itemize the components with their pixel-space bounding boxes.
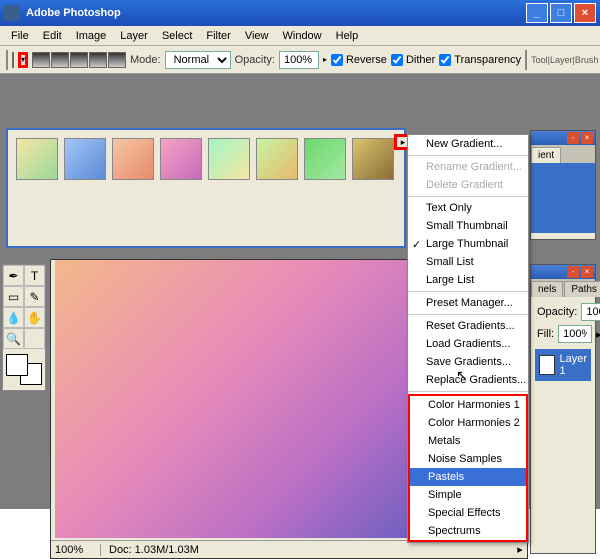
maximize-button[interactable]: □ (550, 3, 572, 23)
layer-row[interactable]: Layer 1 (535, 349, 591, 381)
navigator-panel: -× ient (530, 130, 596, 240)
linear-gradient-button[interactable] (32, 52, 50, 68)
menu-set-simple[interactable]: Simple (410, 486, 526, 504)
tool-eyedropper[interactable]: 💧 (3, 307, 24, 328)
mode-label: Mode: (130, 54, 161, 66)
menu-bar: File Edit Image Layer Select Filter View… (0, 26, 600, 46)
gradient-picker-panel (6, 128, 406, 248)
layer-fill-label: Fill: (537, 328, 554, 340)
window-title: Adobe Photoshop (26, 7, 121, 19)
menu-set-metals[interactable]: Metals (410, 432, 526, 450)
tool-hand[interactable]: ✋ (24, 307, 45, 328)
close-button[interactable]: × (574, 3, 596, 23)
menu-set-noise-samples[interactable]: Noise Samples (410, 450, 526, 468)
palette-well-button[interactable] (525, 50, 527, 70)
menu-save-gradients[interactable]: Save Gradients... (408, 353, 528, 371)
menu-layer[interactable]: Layer (113, 28, 155, 44)
reverse-checkbox[interactable]: Reverse (331, 54, 387, 66)
diamond-gradient-button[interactable] (108, 52, 126, 68)
menu-text-only[interactable]: Text Only (408, 199, 528, 217)
radial-gradient-button[interactable] (51, 52, 69, 68)
layer-fill-input[interactable] (558, 325, 592, 343)
menu-set-pastels[interactable]: Pastels (410, 468, 526, 486)
menu-set-color-harmonies-1[interactable]: Color Harmonies 1 (410, 396, 526, 414)
menu-reset-gradients[interactable]: Reset Gradients... (408, 317, 528, 335)
paths-tab[interactable]: Paths (564, 281, 600, 297)
docked-tabs[interactable]: Tool|Layer|Brush (531, 55, 598, 65)
transparency-checkbox[interactable]: Transparency (439, 54, 521, 66)
menu-rename-gradient: Rename Gradient... (408, 158, 528, 176)
nav-tab[interactable]: ient (531, 147, 561, 163)
angle-gradient-button[interactable] (70, 52, 88, 68)
menu-window[interactable]: Window (276, 28, 329, 44)
panel-close-icon[interactable]: × (581, 266, 593, 278)
status-menu-icon[interactable]: ▸ (513, 543, 527, 556)
options-bar: ▾ Mode: Normal Opacity: ▸ Reverse Dither… (0, 46, 600, 74)
zoom-level[interactable]: 100% (51, 544, 101, 556)
menu-edit[interactable]: Edit (36, 28, 69, 44)
menu-small-thumb[interactable]: Small Thumbnail (408, 217, 528, 235)
workspace: ▸ New Gradient... Rename Gradient... Del… (0, 74, 600, 509)
panel-close-icon[interactable]: × (581, 132, 593, 144)
menu-set-special-effects[interactable]: Special Effects (410, 504, 526, 522)
gradient-swatch[interactable] (160, 138, 202, 180)
title-bar: Adobe Photoshop _ □ × (0, 0, 600, 26)
opacity-label: Opacity: (235, 54, 275, 66)
gradient-swatch[interactable] (352, 138, 394, 180)
gradient-swatch[interactable] (256, 138, 298, 180)
gradient-picker-dropdown[interactable]: ▾ (18, 52, 28, 68)
panel-min-icon[interactable]: - (567, 266, 579, 278)
menu-large-thumb[interactable]: Large Thumbnail (408, 235, 528, 253)
menu-replace-gradients[interactable]: Replace Gradients... (408, 371, 528, 389)
menu-new-gradient[interactable]: New Gradient... (408, 135, 528, 153)
foreground-color[interactable] (6, 354, 28, 376)
menu-help[interactable]: Help (329, 28, 366, 44)
menu-view[interactable]: View (238, 28, 276, 44)
menu-large-list[interactable]: Large List (408, 271, 528, 289)
menu-preset-manager[interactable]: Preset Manager... (408, 294, 528, 312)
layers-panel: -× nels Paths Opacity:▸ Fill:▸ Layer 1 (530, 264, 596, 554)
tool-type[interactable]: T (24, 265, 45, 286)
color-swatches[interactable] (4, 352, 44, 387)
gradient-swatch[interactable] (112, 138, 154, 180)
menu-filter[interactable]: Filter (199, 28, 237, 44)
gradient-flyout-menu: New Gradient... Rename Gradient... Delet… (407, 134, 529, 543)
menu-select[interactable]: Select (155, 28, 200, 44)
menu-set-color-harmonies-2[interactable]: Color Harmonies 2 (410, 414, 526, 432)
reflected-gradient-button[interactable] (89, 52, 107, 68)
tool-notes[interactable]: ✎ (24, 286, 45, 307)
layer-opacity-label: Opacity: (537, 306, 577, 318)
opacity-arrow-icon[interactable]: ▸ (323, 55, 327, 64)
menu-set-spectrums[interactable]: Spectrums (410, 522, 526, 540)
layer-thumbnail (539, 355, 555, 375)
canvas[interactable] (55, 260, 453, 538)
tool-zoom[interactable]: 🔍 (3, 328, 24, 349)
mode-select[interactable]: Normal (165, 51, 231, 69)
menu-file[interactable]: File (4, 28, 36, 44)
menu-load-gradients[interactable]: Load Gradients... (408, 335, 528, 353)
dither-checkbox[interactable]: Dither (391, 54, 435, 66)
gradient-tool-icon[interactable] (6, 50, 8, 70)
channels-tab[interactable]: nels (531, 281, 563, 297)
panel-min-icon[interactable]: - (567, 132, 579, 144)
doc-info[interactable]: Doc: 1.03M/1.03M (101, 544, 513, 556)
menu-delete-gradient: Delete Gradient (408, 176, 528, 194)
toolbox: ✒T ▭✎ 💧✋ 🔍 (2, 264, 46, 391)
layer-name: Layer 1 (559, 353, 587, 377)
gradient-preview[interactable] (12, 52, 14, 68)
arrow-icon[interactable]: ▸ (596, 328, 600, 341)
app-icon (4, 5, 20, 21)
minimize-button[interactable]: _ (526, 3, 548, 23)
menu-small-list[interactable]: Small List (408, 253, 528, 271)
menu-image[interactable]: Image (69, 28, 114, 44)
tool-shape[interactable]: ▭ (3, 286, 24, 307)
gradient-swatch[interactable] (208, 138, 250, 180)
gradient-swatch[interactable] (304, 138, 346, 180)
gradient-swatch[interactable] (16, 138, 58, 180)
gradient-swatch[interactable] (64, 138, 106, 180)
tool-path[interactable]: ✒ (3, 265, 24, 286)
opacity-input[interactable] (279, 51, 319, 69)
gradient-type-group (32, 52, 126, 68)
layer-opacity-input[interactable] (581, 303, 600, 321)
